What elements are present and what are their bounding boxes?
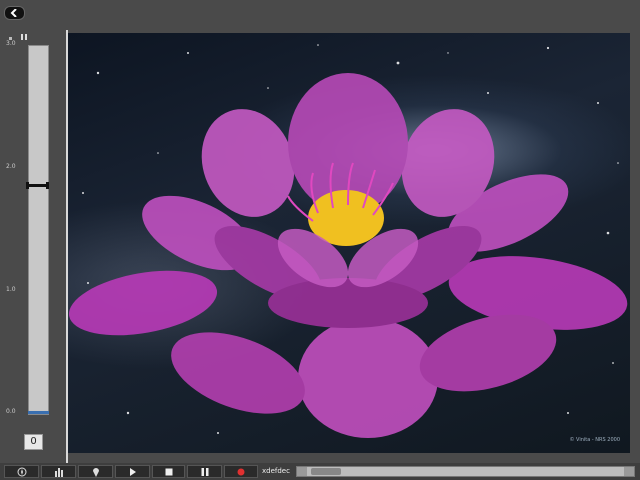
playback-bar: xdefdec xyxy=(0,463,640,480)
timeline-scroll-thumb[interactable] xyxy=(311,468,341,475)
back-button[interactable] xyxy=(4,6,25,20)
play-button[interactable] xyxy=(115,465,150,478)
level-panel: 3.0 2.0 1.0 0.0 0 xyxy=(0,30,66,463)
play-icon xyxy=(129,467,136,476)
image-watermark: © Vinita - NRS 2000 xyxy=(569,437,620,443)
top-bar xyxy=(0,0,640,30)
record-icon xyxy=(237,468,245,475)
level-slider-fill xyxy=(28,411,49,414)
tick-label: 3.0 xyxy=(6,40,16,47)
pause-button[interactable] xyxy=(187,465,222,478)
chevron-left-icon xyxy=(10,9,17,17)
bar-chart-icon xyxy=(54,467,63,477)
lotus-image xyxy=(68,44,628,438)
compass-button[interactable] xyxy=(4,465,39,478)
scroll-left-arrow[interactable] xyxy=(297,467,307,476)
compass-icon xyxy=(17,467,26,476)
tick-label: 1.0 xyxy=(6,286,16,293)
pause-icon xyxy=(201,467,208,476)
stop-icon xyxy=(165,468,172,475)
pin-icon xyxy=(92,467,99,477)
record-button[interactable] xyxy=(224,465,258,478)
timeline-scrollbar[interactable] xyxy=(296,466,635,477)
tick-label: 0.0 xyxy=(6,408,16,415)
level-slider[interactable] xyxy=(28,45,49,415)
location-button[interactable] xyxy=(78,465,113,478)
image-viewer[interactable]: © Vinita - NRS 2000 xyxy=(68,33,630,453)
tick-label: 2.0 xyxy=(6,163,16,170)
chart-button[interactable] xyxy=(41,465,76,478)
value-field[interactable]: 0 xyxy=(24,434,43,450)
rate-label: xdefdec xyxy=(262,467,290,475)
scroll-right-arrow[interactable] xyxy=(624,467,634,476)
stop-button[interactable] xyxy=(152,465,185,478)
level-slider-thumb[interactable] xyxy=(26,182,49,189)
